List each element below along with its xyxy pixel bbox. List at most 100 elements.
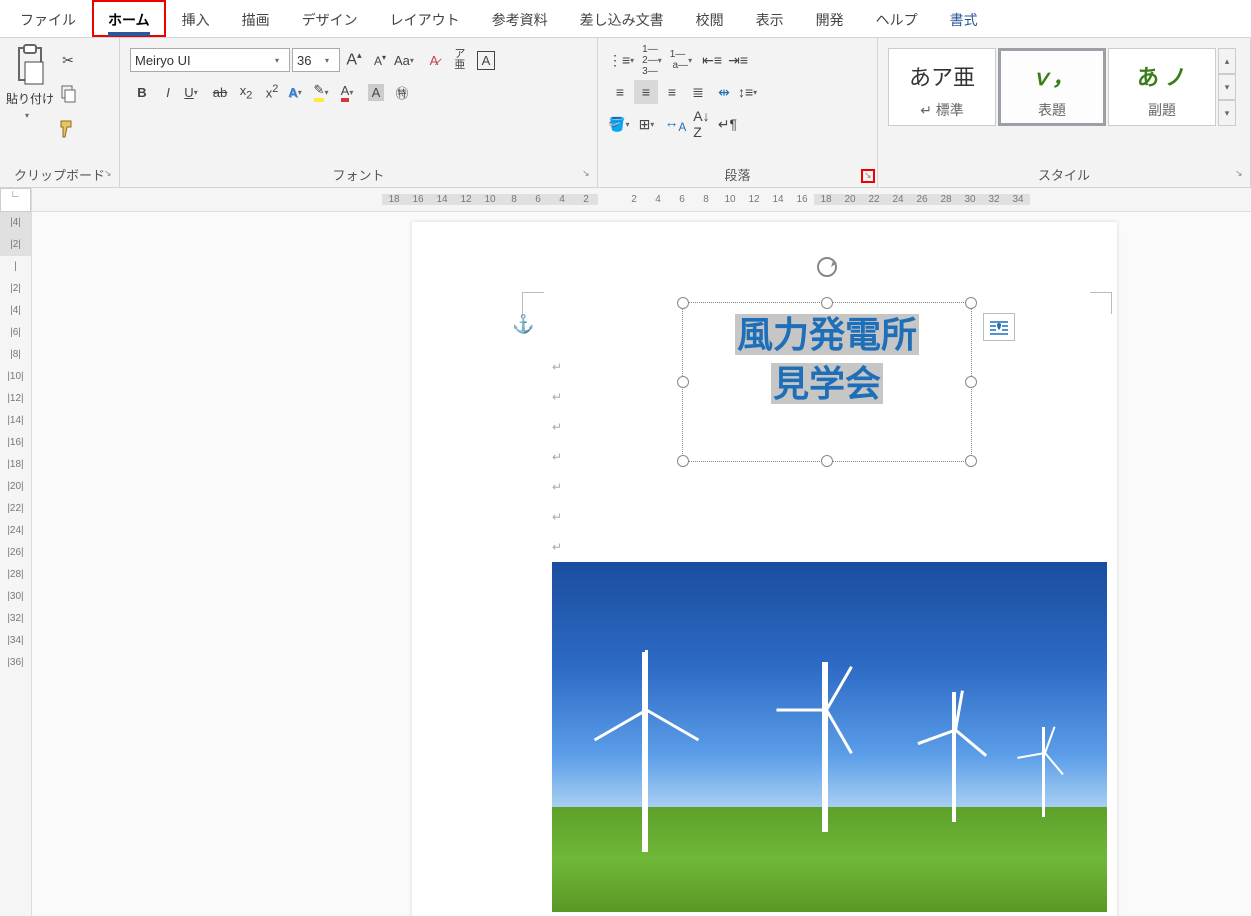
rotate-handle[interactable] xyxy=(815,255,839,279)
shading-button[interactable]: 🪣▾ xyxy=(608,112,635,136)
tab-mailings[interactable]: 差し込み文書 xyxy=(564,0,680,37)
line-spacing-button[interactable]: ↕≡▾ xyxy=(738,80,763,104)
bold-button[interactable]: B xyxy=(130,80,154,104)
page: ⚓ ↵↵↵↵↵↵↵ 風力発電所 見学会 xyxy=(412,222,1117,916)
multilevel-button[interactable]: 1— a—▾ xyxy=(670,48,698,72)
handle-n[interactable] xyxy=(821,297,833,309)
numbering-button[interactable]: 1—2—3—▾ xyxy=(642,48,668,72)
underline-button[interactable]: U▾ xyxy=(182,80,206,104)
styles-down[interactable]: ▾ xyxy=(1218,74,1236,100)
italic-button[interactable]: I xyxy=(156,80,180,104)
borders-button[interactable]: ⊞▾ xyxy=(637,112,661,136)
font-size-select[interactable]: 36▾ xyxy=(292,48,340,72)
highlight-button[interactable]: ✎▾ xyxy=(312,80,336,104)
char-shading-button[interactable]: A xyxy=(364,80,388,104)
styles-up[interactable]: ▴ xyxy=(1218,48,1236,74)
font-launcher[interactable] xyxy=(581,169,595,183)
char-border-button[interactable]: A xyxy=(474,48,498,72)
enclose-button[interactable]: ㊕ xyxy=(390,80,414,104)
char-shading-icon: A xyxy=(368,84,385,101)
sort-button[interactable]: A↓Z xyxy=(689,112,713,136)
style-subtitle-name: 副題 xyxy=(1148,100,1176,120)
ruler-corner: ∟ xyxy=(0,188,31,212)
inc-indent-icon: ⇥≡ xyxy=(728,52,748,69)
handle-w[interactable] xyxy=(677,376,689,388)
subscript-button[interactable]: x2 xyxy=(234,80,258,104)
numbering-icon: 1—2—3— xyxy=(642,44,658,77)
shrink-font-button[interactable]: A▾ xyxy=(368,48,392,72)
font-name-select[interactable]: Meiryo UI▾ xyxy=(130,48,290,72)
font-color-button[interactable]: A▾ xyxy=(338,80,362,104)
style-title[interactable]: ｖ， 表題 xyxy=(998,48,1106,126)
phonetic-icon: ア亜 xyxy=(454,49,465,71)
enclose-icon: ㊕ xyxy=(395,83,408,102)
align-right-button[interactable]: ≡ xyxy=(660,80,684,104)
char-border-icon: A xyxy=(477,51,496,70)
phonetic-button[interactable]: ア亜 xyxy=(448,48,472,72)
text-effects-button[interactable]: A▾ xyxy=(286,80,310,104)
handle-sw[interactable] xyxy=(677,455,689,467)
handle-ne[interactable] xyxy=(965,297,977,309)
textbox-selected[interactable]: 風力発電所 見学会 xyxy=(682,302,972,462)
format-painter-button[interactable] xyxy=(56,116,80,140)
paragraph-launcher[interactable] xyxy=(861,169,875,183)
align-left-icon: ≡ xyxy=(616,84,624,100)
align-center-button[interactable]: ≡ xyxy=(634,80,658,104)
styles-more[interactable]: ▾ xyxy=(1218,100,1236,126)
line-spacing-icon: ↕≡ xyxy=(738,84,753,100)
clear-format-button[interactable]: A̷ xyxy=(422,48,446,72)
strike-button[interactable]: ab xyxy=(208,80,232,104)
handle-s[interactable] xyxy=(821,455,833,467)
style-subtitle[interactable]: あ ノ 副題 xyxy=(1108,48,1216,126)
inc-indent-button[interactable]: ⇥≡ xyxy=(726,48,750,72)
paragraph-marks: ↵↵↵↵↵↵↵ xyxy=(552,352,562,562)
change-case-button[interactable]: Aa▾ xyxy=(394,48,420,72)
justify-button[interactable]: ≣ xyxy=(686,80,710,104)
tab-design[interactable]: デザイン xyxy=(286,0,374,37)
sort-icon: A↓Z xyxy=(693,108,709,140)
distribute-button[interactable]: ⇹ xyxy=(712,80,736,104)
style-normal[interactable]: あア亜 ↵ 標準 xyxy=(888,48,996,126)
tab-insert[interactable]: 挿入 xyxy=(166,0,226,37)
textbox-content[interactable]: 風力発電所 見学会 xyxy=(695,311,959,408)
show-marks-button[interactable]: ↵¶ xyxy=(715,112,739,136)
char-spacing-button[interactable]: ↔A xyxy=(663,112,687,136)
tab-view[interactable]: 表示 xyxy=(740,0,800,37)
margin-corner-tl xyxy=(522,292,544,314)
handle-nw[interactable] xyxy=(677,297,689,309)
tab-help[interactable]: ヘルプ xyxy=(860,0,934,37)
horizontal-ruler[interactable]: 1816141210864224681012141618202224262830… xyxy=(32,188,1251,212)
layout-options-button[interactable] xyxy=(983,313,1015,341)
tab-layout[interactable]: レイアウト xyxy=(374,0,476,37)
multilevel-icon: 1— a— xyxy=(670,49,688,71)
group-styles: あア亜 ↵ 標準 ｖ， 表題 あ ノ 副題 ▴ ▾ ▾ スタイル xyxy=(878,38,1251,187)
handle-e[interactable] xyxy=(965,376,977,388)
vertical-ruler[interactable]: ∟ |4||2|||2||4||6||8||10||12||14||16||18… xyxy=(0,188,32,916)
tab-format[interactable]: 書式 xyxy=(934,0,994,37)
tab-references[interactable]: 参考資料 xyxy=(476,0,564,37)
paste-button[interactable]: 貼り付け ▾ xyxy=(6,44,54,161)
paste-dropdown[interactable]: ▾ xyxy=(25,111,35,120)
tab-draw[interactable]: 描画 xyxy=(226,0,286,37)
dec-indent-button[interactable]: ⇤≡ xyxy=(700,48,724,72)
tab-review[interactable]: 校閲 xyxy=(680,0,740,37)
bullets-button[interactable]: ⋮≡▾ xyxy=(608,48,640,72)
clipboard-launcher[interactable] xyxy=(103,169,117,183)
pilcrow-icon: ↵¶ xyxy=(718,116,737,133)
styles-launcher[interactable] xyxy=(1234,169,1248,183)
document-canvas[interactable]: ⚓ ↵↵↵↵↵↵↵ 風力発電所 見学会 xyxy=(32,212,1251,916)
style-subtitle-sample: あ ノ xyxy=(1137,54,1187,98)
font-name-value: Meiryo UI xyxy=(135,53,191,68)
grow-font-button[interactable]: A▴ xyxy=(342,48,366,72)
tab-developer[interactable]: 開発 xyxy=(800,0,860,37)
wind-farm-image[interactable] xyxy=(552,562,1107,912)
superscript-button[interactable]: x2 xyxy=(260,80,284,104)
style-title-sample: ｖ， xyxy=(1030,54,1074,98)
handle-se[interactable] xyxy=(965,455,977,467)
cut-button[interactable]: ✂ xyxy=(56,48,80,72)
text-effects-icon: A xyxy=(288,85,297,100)
align-left-button[interactable]: ≡ xyxy=(608,80,632,104)
tab-home[interactable]: ホーム xyxy=(92,0,166,37)
tab-file[interactable]: ファイル xyxy=(4,0,92,37)
copy-button[interactable] xyxy=(56,82,80,106)
